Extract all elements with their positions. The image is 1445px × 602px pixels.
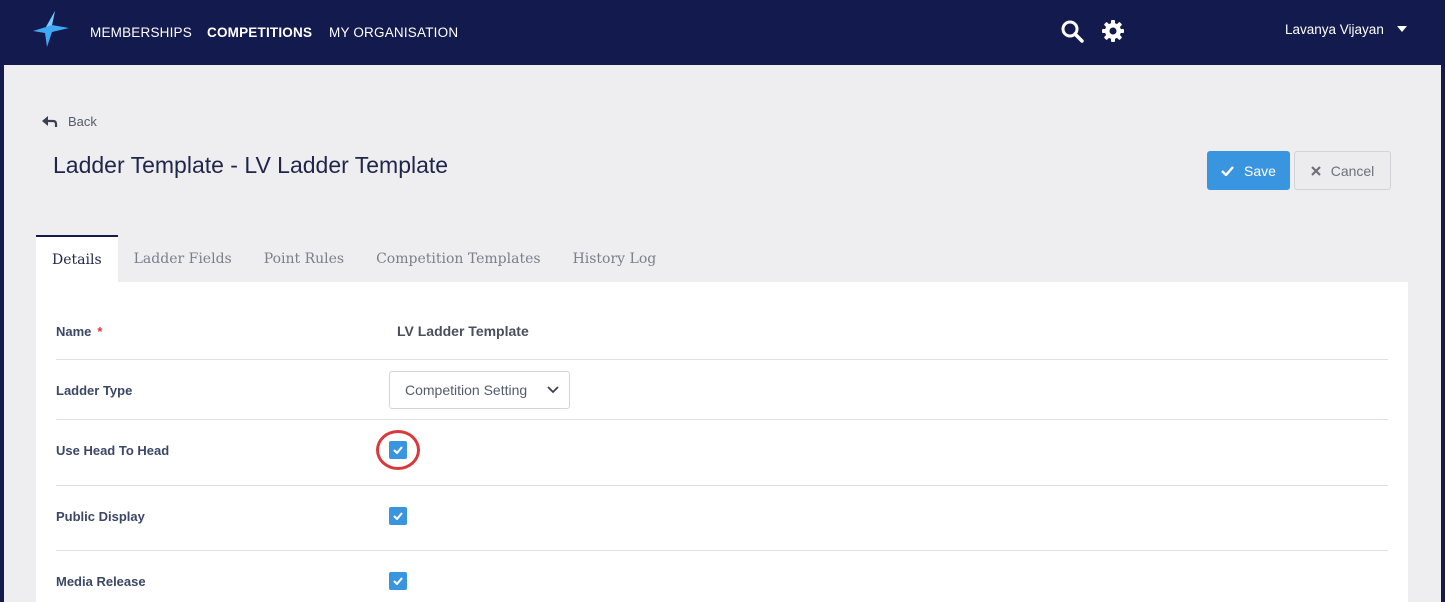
form-row-public-display: Public Display xyxy=(56,486,1388,551)
tab-competition-templates[interactable]: Competition Templates xyxy=(360,235,556,282)
chevron-down-icon xyxy=(547,386,559,394)
close-icon xyxy=(1310,165,1321,176)
tab-point-rules[interactable]: Point Rules xyxy=(248,235,360,282)
gear-icon[interactable] xyxy=(1101,19,1125,43)
tab-bar: Details Ladder Fields Point Rules Compet… xyxy=(36,235,672,282)
save-button[interactable]: Save xyxy=(1207,151,1290,190)
search-icon[interactable] xyxy=(1060,19,1084,43)
tab-ladder-fields[interactable]: Ladder Fields xyxy=(118,235,248,282)
save-label: Save xyxy=(1244,162,1276,179)
tab-history-log[interactable]: History Log xyxy=(557,235,673,282)
head-to-head-label: Use Head To Head xyxy=(56,443,170,458)
nav-competitions[interactable]: COMPETITIONS xyxy=(207,25,312,40)
form-row-head-to-head: Use Head To Head xyxy=(56,420,1388,486)
public-display-label: Public Display xyxy=(56,509,145,524)
check-icon xyxy=(393,446,403,454)
check-icon xyxy=(393,512,403,520)
check-icon xyxy=(393,577,403,585)
head-to-head-checkbox[interactable] xyxy=(389,441,407,459)
form-row-media-release: Media Release xyxy=(56,551,1388,602)
form-row-name: Name * LV Ladder Template xyxy=(56,302,1388,360)
cancel-label: Cancel xyxy=(1330,162,1375,179)
caret-down-icon[interactable] xyxy=(1397,26,1407,33)
nav-memberships[interactable]: MEMBERSHIPS xyxy=(90,25,192,40)
public-display-checkbox[interactable] xyxy=(389,507,407,525)
back-label: Back xyxy=(68,114,97,129)
ladder-type-value: Competition Setting xyxy=(405,382,528,398)
window-edge-right xyxy=(1441,65,1445,602)
back-arrow-icon xyxy=(42,115,58,127)
details-panel: Name * LV Ladder Template Ladder Type Com… xyxy=(36,282,1408,602)
tab-details[interactable]: Details xyxy=(36,235,118,282)
top-navbar: MEMBERSHIPS COMPETITIONS MY ORGANISATION… xyxy=(0,0,1445,65)
user-name[interactable]: Lavanya Vijayan xyxy=(1285,22,1384,37)
page-title: Ladder Template - LV Ladder Template xyxy=(53,152,449,178)
media-release-checkbox[interactable] xyxy=(389,572,407,590)
required-marker: * xyxy=(97,324,103,339)
check-icon xyxy=(1221,165,1234,176)
name-label: Name * xyxy=(56,324,103,339)
ladder-type-label: Ladder Type xyxy=(56,383,133,398)
form-row-ladder-type: Ladder Type Competition Setting xyxy=(56,360,1388,420)
name-value: LV Ladder Template xyxy=(397,323,529,339)
cancel-button[interactable]: Cancel xyxy=(1294,151,1391,190)
logo-star-icon[interactable] xyxy=(33,11,69,47)
media-release-label: Media Release xyxy=(56,574,146,589)
ladder-type-select[interactable]: Competition Setting xyxy=(389,371,570,409)
nav-my-organisation[interactable]: MY ORGANISATION xyxy=(329,25,458,40)
main-content: Back Ladder Template - LV Ladder Templat… xyxy=(4,65,1441,602)
back-link[interactable]: Back xyxy=(42,114,97,129)
